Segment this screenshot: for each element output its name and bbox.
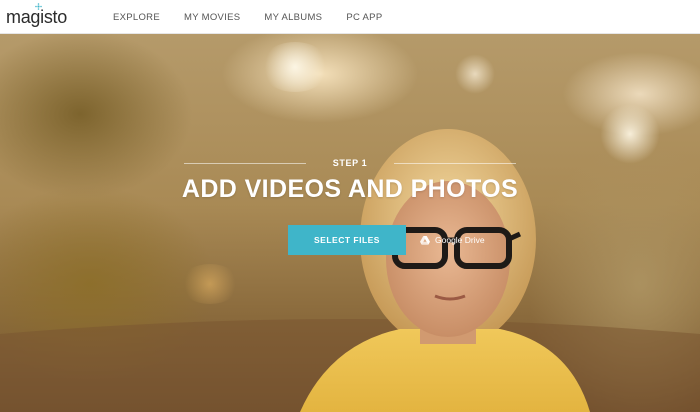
hero-headline: ADD VIDEOS AND PHOTOS (181, 175, 519, 203)
main-nav: EXPLORE MY MOVIES MY ALBUMS PC APP (113, 0, 406, 34)
logo-star-icon (35, 3, 42, 10)
hero-person-illustration (0, 129, 700, 412)
google-drive-link[interactable]: Google Drive (420, 233, 485, 247)
step-label: STEP 1 (332, 158, 368, 168)
step-divider-right (394, 162, 517, 164)
nav-my-albums[interactable]: MY ALBUMS (264, 12, 322, 23)
logo-text: magisto (6, 7, 67, 27)
step-indicator: STEP 1 (180, 156, 520, 170)
select-files-button[interactable]: SELECT FILES (288, 225, 406, 255)
nav-pc-app[interactable]: PC APP (346, 12, 382, 23)
step-divider-left (183, 162, 306, 164)
top-nav-bar: magisto EXPLORE MY MOVIES MY ALBUMS PC A… (0, 0, 700, 34)
google-drive-icon (420, 235, 430, 245)
google-drive-label: Google Drive (435, 235, 485, 245)
nav-my-movies[interactable]: MY MOVIES (184, 12, 240, 23)
hero-background: STEP 1 ADD VIDEOS AND PHOTOS SELECT FILE… (0, 34, 700, 412)
nav-explore[interactable]: EXPLORE (113, 12, 160, 23)
magisto-logo[interactable]: magisto (6, 3, 67, 28)
